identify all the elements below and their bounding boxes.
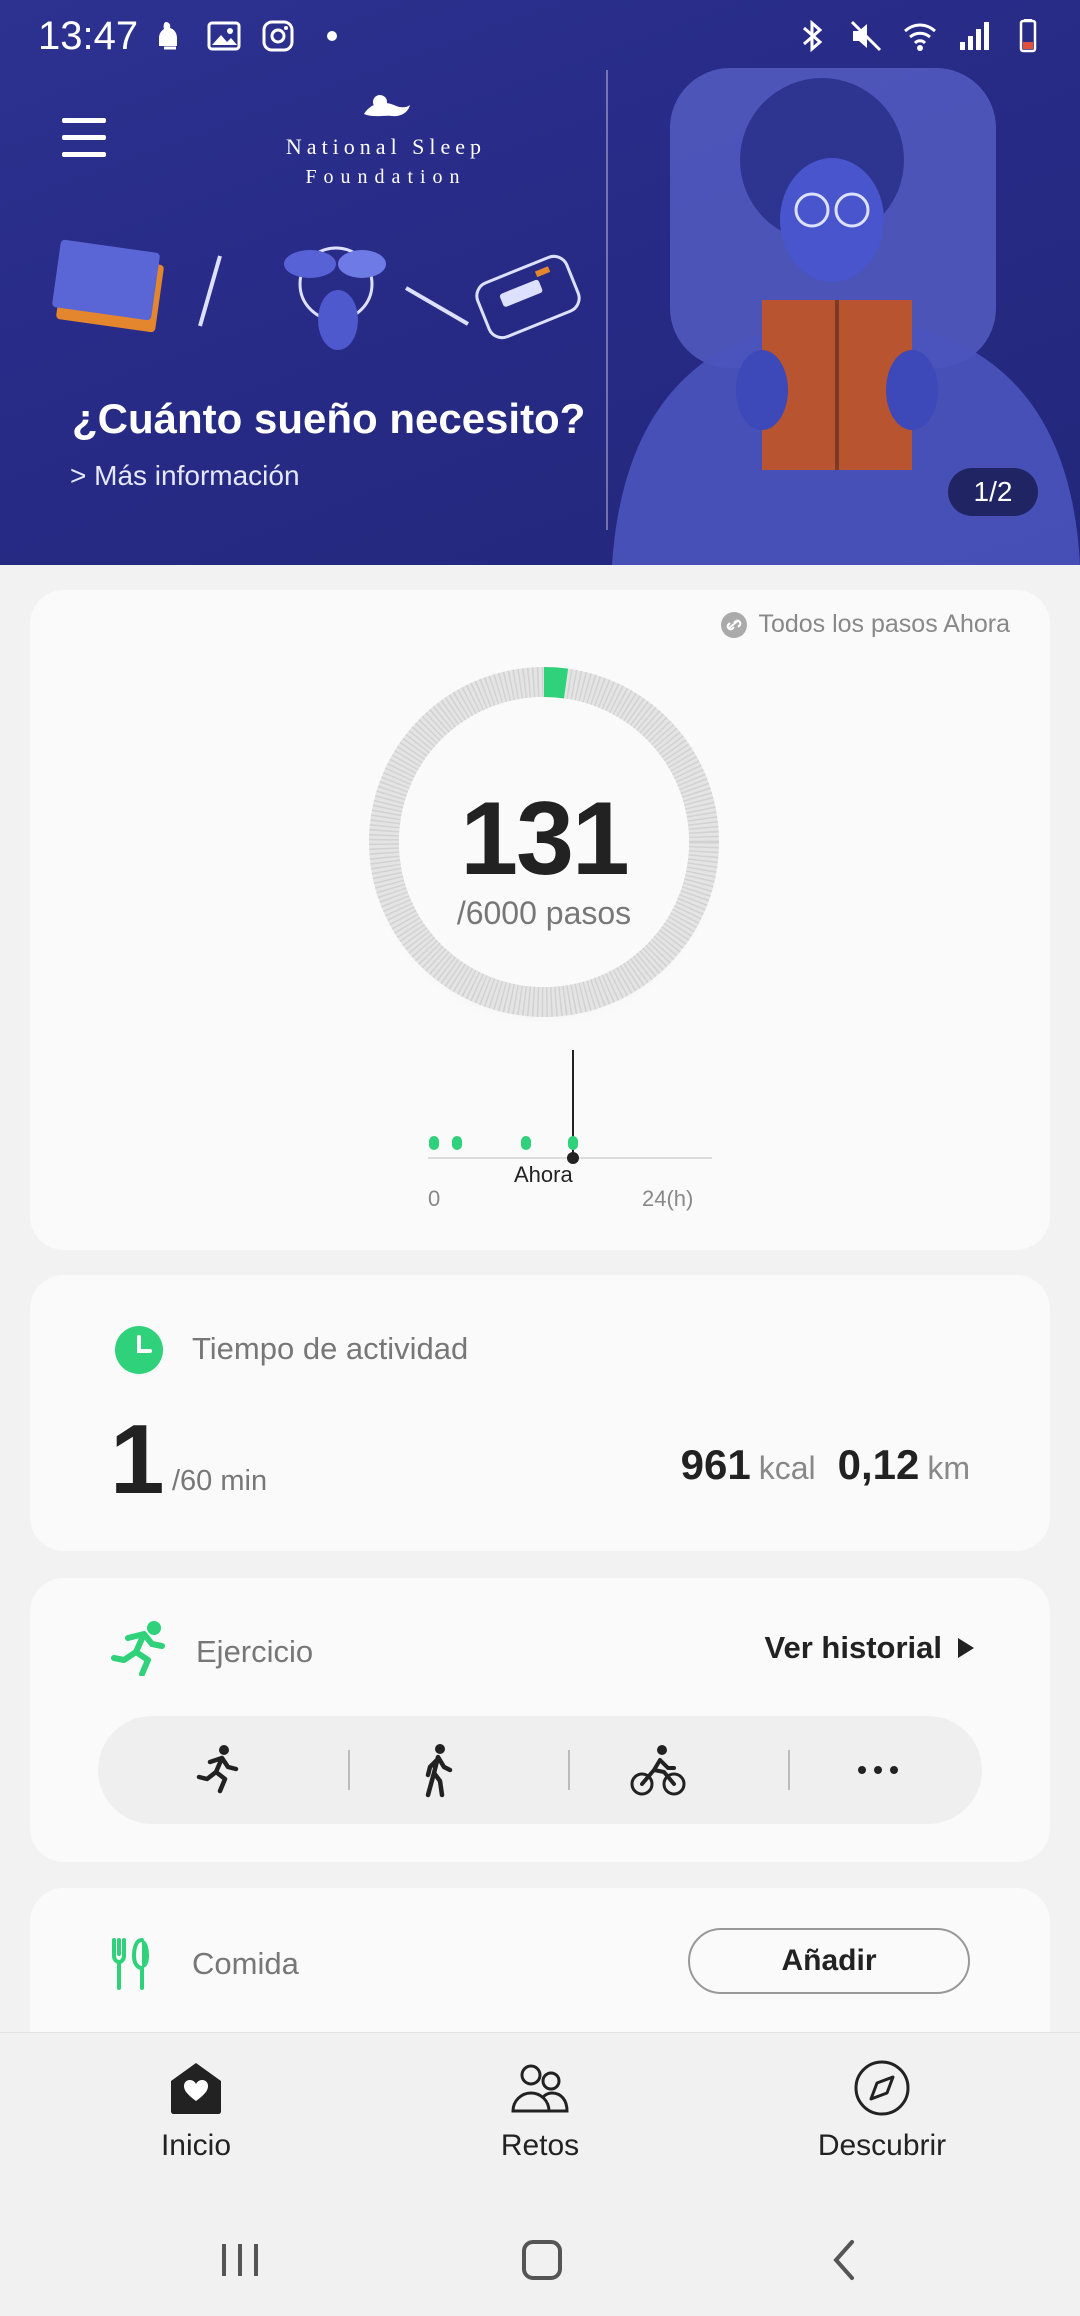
promo-banner[interactable]: 13:47 National Sleep Foundation ¿Cuánto … <box>0 0 1080 565</box>
notification-icon <box>152 18 188 54</box>
more-info-link[interactable]: > Más información <box>70 460 300 492</box>
all-steps-link[interactable]: Todos los pasos Ahora <box>720 610 1010 639</box>
activity-minutes: 1 <box>110 1404 165 1514</box>
bluetooth-icon <box>794 18 830 54</box>
exercise-card[interactable]: Ejercicio Ver historial <box>30 1578 1050 1862</box>
back-button[interactable] <box>818 2232 874 2288</box>
activity-time-card[interactable]: Tiempo de actividad 1 /60 min 961 kcal 0… <box>30 1275 1050 1551</box>
activity-title: Tiempo de actividad <box>192 1331 469 1366</box>
activity-dot <box>568 1136 578 1150</box>
home-icon <box>165 2057 227 2119</box>
play-arrow-icon <box>958 1638 974 1658</box>
dot-icon <box>314 18 350 54</box>
bottom-navigation: Inicio Retos Descubrir <box>0 2032 1080 2202</box>
timeline-end-label: 24(h) <box>642 1186 694 1211</box>
signal-icon <box>956 18 992 54</box>
status-time: 13:47 <box>38 14 139 58</box>
gallery-icon <box>206 18 242 54</box>
activity-dot <box>452 1136 462 1150</box>
cutlery-icon <box>112 1938 149 1990</box>
food-title: Comida <box>192 1946 299 1981</box>
add-food-button[interactable]: Añadir <box>688 1928 970 1994</box>
clock-icon <box>115 1326 163 1374</box>
steps-goal: /6000 pasos <box>456 895 632 931</box>
walking-icon[interactable] <box>410 1742 466 1798</box>
separator <box>568 1750 570 1790</box>
banner-pager: 1/2 <box>948 468 1038 516</box>
system-navigation-bar <box>0 2202 1080 2316</box>
recent-apps-button[interactable] <box>212 2232 268 2288</box>
separator <box>348 1750 350 1790</box>
link-icon <box>721 611 748 638</box>
activity-minutes-unit: /60 min <box>172 1465 268 1497</box>
steps-card[interactable]: Todos los pasos Ahora 131 /6000 pasos Ah… <box>30 590 1050 1250</box>
people-icon <box>509 2057 571 2119</box>
nav-challenges[interactable]: Retos <box>420 2057 660 2163</box>
menu-button[interactable] <box>62 118 106 162</box>
view-history-link[interactable]: Ver historial <box>765 1630 974 1666</box>
battery-icon <box>1010 18 1046 54</box>
distance-value: 0,12 <box>837 1441 920 1488</box>
home-button[interactable] <box>514 2232 570 2288</box>
nsf-logo: National Sleep Foundation <box>236 92 536 189</box>
kcal-value: 961 <box>680 1441 751 1488</box>
timeline-now-label: Ahora <box>514 1162 573 1187</box>
activity-dot <box>429 1136 439 1150</box>
exercise-quick-start-bar <box>98 1716 982 1824</box>
banner-title[interactable]: ¿Cuánto sueño necesito? <box>72 395 585 443</box>
running-person-icon <box>111 1621 165 1676</box>
separator <box>788 1750 790 1790</box>
mute-icon <box>848 18 884 54</box>
distance-unit: km <box>927 1450 970 1486</box>
activity-dot <box>521 1136 531 1150</box>
more-icon[interactable] <box>850 1742 906 1798</box>
steps-timeline: Ahora 0 24(h) <box>390 1050 730 1220</box>
running-icon[interactable] <box>190 1742 246 1798</box>
instagram-icon <box>260 18 296 54</box>
exercise-title: Ejercicio <box>196 1634 314 1669</box>
nav-home[interactable]: Inicio <box>76 2057 316 2163</box>
food-card[interactable]: Comida Añadir <box>30 1888 1050 2048</box>
cycling-icon[interactable] <box>630 1742 686 1798</box>
timeline-start-label: 0 <box>428 1186 441 1211</box>
sleeper-logo-icon <box>358 92 414 128</box>
steps-count: 131 <box>460 781 630 897</box>
steps-progress-arc <box>543 667 569 699</box>
compass-icon <box>851 2057 913 2119</box>
banner-divider <box>606 70 608 530</box>
nav-discover[interactable]: Descubrir <box>762 2057 1002 2163</box>
bedside-items-illustration <box>52 239 581 350</box>
wifi-icon <box>902 18 938 54</box>
kcal-unit: kcal <box>758 1450 816 1486</box>
